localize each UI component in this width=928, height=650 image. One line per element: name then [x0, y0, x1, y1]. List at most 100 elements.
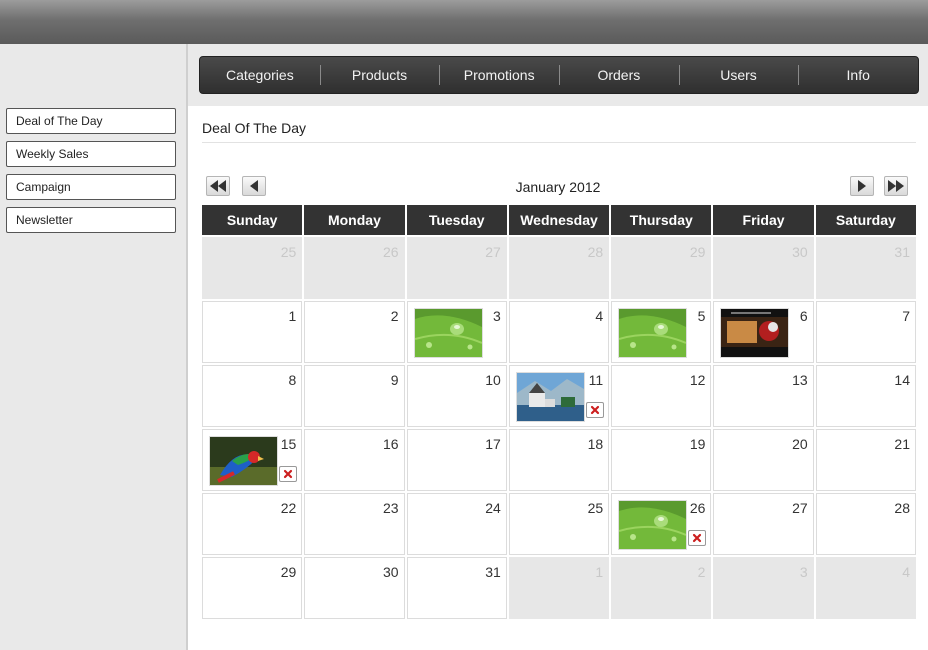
day-number: 26 — [689, 500, 706, 516]
next-year-button[interactable] — [884, 176, 908, 196]
nav-categories[interactable]: Categories — [200, 56, 320, 94]
calendar-day-adjacent-month[interactable]: 1 — [508, 557, 610, 619]
deal-thumbnail[interactable] — [618, 308, 688, 358]
nav-orders[interactable]: Orders — [559, 56, 679, 94]
calendar-day[interactable]: 15 — [202, 429, 303, 491]
calendar-day-adjacent-month[interactable]: 25 — [202, 237, 303, 299]
calendar-day[interactable]: 1 — [202, 301, 303, 363]
deal-thumbnail[interactable] — [618, 500, 688, 550]
day-header-saturday: Saturday — [815, 205, 916, 235]
calendar-day[interactable]: 2 — [304, 301, 405, 363]
calendar-day[interactable]: 14 — [815, 365, 916, 427]
day-number: 13 — [792, 372, 808, 388]
day-number: 12 — [689, 372, 706, 388]
calendar-day[interactable]: 26 — [611, 493, 712, 555]
day-number: 30 — [792, 244, 808, 260]
day-number: 31 — [894, 244, 910, 260]
calendar-day-adjacent-month[interactable]: 27 — [406, 237, 507, 299]
sidebar-item-newsletter[interactable]: Newsletter — [6, 207, 176, 233]
calendar-day[interactable]: 11 — [508, 365, 610, 427]
calendar-day-adjacent-month[interactable]: 31 — [815, 237, 916, 299]
nav-users[interactable]: Users — [678, 56, 799, 94]
calendar-day[interactable]: 4 — [508, 301, 610, 363]
sidebar: Deal of The Day Weekly Sales Campaign Ne… — [0, 44, 188, 650]
deal-thumbnail[interactable] — [720, 308, 790, 358]
page-title: Deal Of The Day — [202, 120, 307, 136]
calendar-day-adjacent-month[interactable]: 3 — [713, 557, 814, 619]
nav-products[interactable]: Products — [319, 56, 440, 94]
calendar-day[interactable]: 9 — [304, 365, 405, 427]
day-number: 21 — [894, 436, 910, 452]
calendar-day[interactable]: 3 — [406, 301, 507, 363]
main-area: Categories Products Promotions Orders Us… — [188, 44, 928, 650]
calendar-day-adjacent-month[interactable]: 30 — [713, 237, 814, 299]
day-header-wednesday: Wednesday — [508, 205, 610, 235]
sidebar-item-weekly-sales[interactable]: Weekly Sales — [6, 141, 176, 167]
day-number: 2 — [697, 564, 706, 580]
calendar-day[interactable]: 20 — [713, 429, 814, 491]
calendar-day[interactable]: 6 — [713, 301, 814, 363]
calendar-day[interactable]: 5 — [611, 301, 712, 363]
deal-thumbnail[interactable] — [209, 436, 278, 486]
calendar-day[interactable]: 18 — [508, 429, 610, 491]
day-header-monday: Monday — [304, 205, 405, 235]
remove-deal-button[interactable] — [688, 530, 707, 546]
day-number: 27 — [485, 244, 501, 260]
calendar-day[interactable]: 8 — [202, 365, 303, 427]
day-number: 6 — [799, 308, 808, 324]
day-number: 9 — [390, 372, 399, 388]
calendar-day-adjacent-month[interactable]: 28 — [508, 237, 610, 299]
calendar-day[interactable]: 23 — [304, 493, 405, 555]
day-number: 29 — [280, 564, 297, 580]
double-right-arrow-icon — [888, 180, 904, 192]
calendar-day[interactable]: 12 — [611, 365, 712, 427]
calendar-day[interactable]: 22 — [202, 493, 303, 555]
calendar-day-adjacent-month[interactable]: 29 — [611, 237, 712, 299]
calendar-day[interactable]: 19 — [611, 429, 712, 491]
calendar-day[interactable]: 24 — [406, 493, 507, 555]
remove-deal-button[interactable] — [585, 402, 604, 418]
nav-promotions[interactable]: Promotions — [439, 56, 559, 94]
sidebar-item-deal-of-the-day[interactable]: Deal of The Day — [6, 108, 176, 134]
day-number: 4 — [595, 308, 604, 324]
day-number: 29 — [689, 244, 706, 260]
calendar-day[interactable]: 16 — [304, 429, 405, 491]
day-number: 23 — [382, 500, 399, 516]
deal-thumbnail[interactable] — [515, 372, 585, 422]
calendar-day-adjacent-month[interactable]: 2 — [611, 557, 712, 619]
calendar-day[interactable]: 29 — [202, 557, 303, 619]
day-number: 7 — [902, 308, 910, 324]
day-number: 16 — [382, 436, 399, 452]
calendar-day[interactable]: 13 — [713, 365, 814, 427]
calendar-day[interactable]: 7 — [815, 301, 916, 363]
day-number: 3 — [493, 308, 501, 324]
day-number: 4 — [902, 564, 910, 580]
remove-deal-button[interactable] — [279, 466, 297, 482]
day-number: 1 — [595, 564, 604, 580]
deal-thumbnail[interactable] — [413, 308, 483, 358]
day-number: 28 — [894, 500, 910, 516]
day-header-tuesday: Tuesday — [406, 205, 507, 235]
day-number: 15 — [280, 436, 297, 452]
calendar-day-adjacent-month[interactable]: 26 — [304, 237, 405, 299]
calendar-day-adjacent-month[interactable]: 4 — [815, 557, 916, 619]
day-number: 19 — [689, 436, 706, 452]
day-number: 25 — [587, 500, 604, 516]
calendar-day[interactable]: 27 — [713, 493, 814, 555]
day-number: 26 — [382, 244, 399, 260]
nav-info[interactable]: Info — [798, 56, 918, 94]
day-number: 18 — [587, 436, 604, 452]
calendar-day[interactable]: 10 — [406, 365, 507, 427]
day-number: 8 — [288, 372, 297, 388]
sidebar-item-campaign[interactable]: Campaign — [6, 174, 176, 200]
calendar-day[interactable]: 25 — [508, 493, 610, 555]
next-month-button[interactable] — [850, 176, 874, 196]
calendar-day[interactable]: 31 — [406, 557, 507, 619]
calendar-day[interactable]: 30 — [304, 557, 405, 619]
calendar-day[interactable]: 17 — [406, 429, 507, 491]
calendar-day[interactable]: 28 — [815, 493, 916, 555]
calendar-day[interactable]: 21 — [815, 429, 916, 491]
day-number: 3 — [799, 564, 808, 580]
day-number: 30 — [382, 564, 399, 580]
day-header-thursday: Thursday — [611, 205, 712, 235]
